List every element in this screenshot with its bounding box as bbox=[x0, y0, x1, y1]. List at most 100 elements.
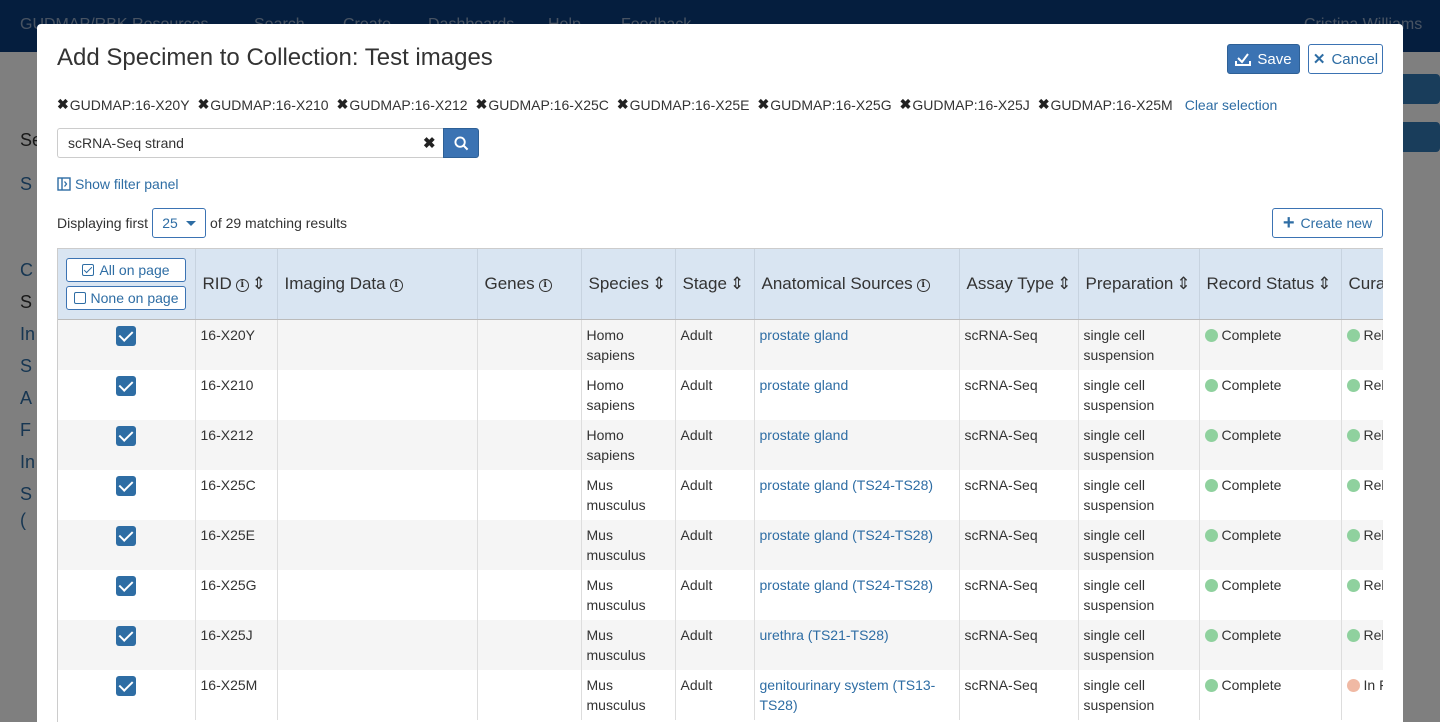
remove-icon[interactable]: ✖ bbox=[198, 96, 210, 113]
show-filter-panel-link[interactable]: Show filter panel bbox=[57, 176, 179, 192]
column-header-preparation[interactable]: Preparation ⇕ bbox=[1078, 249, 1200, 320]
sort-icon[interactable]: ⇕ bbox=[1057, 274, 1071, 294]
selected-chip[interactable]: ✖ GUDMAP:16-X25E bbox=[617, 96, 750, 113]
row-checkbox[interactable] bbox=[116, 676, 137, 697]
sort-icon[interactable]: ⇕ bbox=[1176, 274, 1190, 294]
create-new-label: Create new bbox=[1300, 215, 1373, 231]
curation-cell: Rel bbox=[1341, 569, 1383, 620]
column-header-stage[interactable]: Stage ⇕ bbox=[675, 249, 755, 320]
status-label: Complete bbox=[1221, 576, 1282, 593]
stage-cell: Adult bbox=[675, 319, 755, 370]
anatomical-source-link[interactable]: prostate gland bbox=[760, 427, 849, 443]
status-cell: Complete bbox=[1199, 669, 1342, 720]
imaging-cell bbox=[277, 619, 478, 670]
status-label: Complete bbox=[1221, 676, 1282, 693]
curation-label: In F bbox=[1363, 676, 1384, 693]
selected-chip[interactable]: ✖ GUDMAP:16-X212 bbox=[337, 96, 468, 113]
selected-chip[interactable]: ✖ GUDMAP:16-X25J bbox=[900, 96, 1030, 113]
species-cell: Homo sapiens bbox=[581, 419, 676, 470]
column-header-record-status[interactable]: Record Status ⇕ bbox=[1199, 249, 1342, 320]
remove-icon[interactable]: ✖ bbox=[337, 96, 349, 113]
anatomical-source-link[interactable]: prostate gland bbox=[760, 377, 849, 393]
select-cell bbox=[58, 669, 196, 720]
cancel-button[interactable]: ✕ Cancel bbox=[1308, 44, 1383, 74]
remove-icon[interactable]: ✖ bbox=[900, 96, 912, 113]
remove-icon[interactable]: ✖ bbox=[757, 96, 769, 113]
info-icon[interactable]: i bbox=[916, 278, 930, 292]
results-table-container[interactable]: All on page None on page RID i ⇕ Imaging D… bbox=[57, 248, 1383, 722]
genes-cell bbox=[477, 569, 582, 620]
row-checkbox[interactable] bbox=[116, 526, 137, 547]
select-cell bbox=[58, 419, 196, 470]
info-icon[interactable]: i bbox=[235, 278, 249, 292]
remove-icon[interactable]: ✖ bbox=[476, 96, 488, 113]
genes-cell bbox=[477, 519, 582, 570]
selected-chip[interactable]: ✖ GUDMAP:16-X25G bbox=[757, 96, 891, 113]
row-checkbox[interactable] bbox=[116, 626, 137, 647]
selected-chip[interactable]: ✖ GUDMAP:16-X20Y bbox=[57, 96, 190, 113]
selected-chip[interactable]: ✖ GUDMAP:16-X25M bbox=[1038, 96, 1173, 113]
stage-cell: Adult bbox=[675, 669, 755, 720]
sort-icon[interactable]: ⇕ bbox=[1317, 274, 1331, 294]
column-header-curation[interactable]: Cura bbox=[1341, 249, 1383, 320]
anatomical-source-link[interactable]: prostate gland (TS24-TS28) bbox=[760, 527, 934, 543]
filter-panel-icon bbox=[57, 177, 71, 191]
plus-icon: + bbox=[1282, 212, 1295, 234]
create-new-button[interactable]: + Create new bbox=[1272, 208, 1383, 238]
clear-selection-link[interactable]: Clear selection bbox=[1185, 97, 1278, 113]
sort-icon[interactable]: ⇕ bbox=[252, 274, 266, 294]
table-row: 16-X25G Mus musculus Adult prostate gland (… bbox=[58, 569, 1383, 620]
sort-icon[interactable]: ⇕ bbox=[652, 274, 666, 294]
search-button[interactable] bbox=[443, 128, 479, 158]
page-size-dropdown[interactable]: 25 bbox=[152, 208, 207, 238]
selected-chip[interactable]: ✖ GUDMAP:16-X25C bbox=[476, 96, 609, 113]
anatomical-source-link[interactable]: prostate gland (TS24-TS28) bbox=[760, 577, 934, 593]
column-header-rid[interactable]: RID i ⇕ bbox=[195, 249, 278, 320]
info-icon[interactable]: i bbox=[538, 278, 552, 292]
curation-cell: Rel bbox=[1341, 469, 1383, 520]
anatomical-source-link[interactable]: prostate gland bbox=[760, 327, 849, 343]
anatomical-source-link[interactable]: urethra (TS21-TS28) bbox=[760, 627, 889, 643]
anatomical-cell: urethra (TS21-TS28) bbox=[754, 619, 960, 670]
search-input[interactable]: scRNA-Seq strand bbox=[57, 128, 444, 158]
anatomical-cell: prostate gland bbox=[754, 419, 960, 470]
anatomical-source-link[interactable]: genitourinary system (TS13-TS28) bbox=[760, 677, 936, 713]
row-checkbox[interactable] bbox=[116, 476, 137, 497]
species-cell: Homo sapiens bbox=[581, 369, 676, 420]
remove-icon[interactable]: ✖ bbox=[617, 96, 629, 113]
status-cell: Complete bbox=[1199, 419, 1342, 470]
imaging-cell bbox=[277, 519, 478, 570]
sort-icon[interactable]: ⇕ bbox=[730, 274, 744, 294]
preparation-cell: single cell suspension bbox=[1078, 569, 1200, 620]
status-dot-icon bbox=[1346, 478, 1360, 492]
remove-icon[interactable]: ✖ bbox=[1038, 96, 1050, 113]
status-cell: Complete bbox=[1199, 519, 1342, 570]
status-dot-icon bbox=[1204, 328, 1218, 342]
chevron-down-icon bbox=[185, 220, 196, 226]
save-button[interactable]: Save bbox=[1227, 44, 1300, 74]
anatomical-cell: prostate gland (TS24-TS28) bbox=[754, 569, 960, 620]
selected-chip[interactable]: ✖ GUDMAP:16-X210 bbox=[198, 96, 329, 113]
all-on-page-button[interactable]: All on page bbox=[66, 257, 186, 282]
preparation-cell: single cell suspension bbox=[1078, 519, 1200, 570]
column-header-species[interactable]: Species ⇕ bbox=[581, 249, 676, 320]
anatomical-source-link[interactable]: prostate gland (TS24-TS28) bbox=[760, 477, 934, 493]
none-on-page-button[interactable]: None on page bbox=[66, 285, 186, 310]
imaging-cell bbox=[277, 669, 478, 720]
genes-cell bbox=[477, 669, 582, 720]
remove-icon[interactable]: ✖ bbox=[57, 96, 69, 113]
row-checkbox[interactable] bbox=[116, 576, 137, 597]
curation-label: Rel bbox=[1363, 426, 1384, 443]
row-checkbox[interactable] bbox=[116, 326, 137, 347]
clear-search-icon[interactable]: ✖ bbox=[423, 134, 436, 152]
status-dot-icon bbox=[1204, 628, 1218, 642]
status-cell: Complete bbox=[1199, 469, 1342, 520]
stage-cell: Adult bbox=[675, 419, 755, 470]
info-icon[interactable]: i bbox=[389, 278, 403, 292]
stage-cell: Adult bbox=[675, 519, 755, 570]
stage-cell: Adult bbox=[675, 469, 755, 520]
column-header-assay-type[interactable]: Assay Type ⇕ bbox=[959, 249, 1079, 320]
row-checkbox[interactable] bbox=[116, 376, 137, 397]
row-checkbox[interactable] bbox=[116, 426, 137, 447]
table-header-row: All on page None on page RID i ⇕ Imaging D… bbox=[58, 249, 1383, 320]
